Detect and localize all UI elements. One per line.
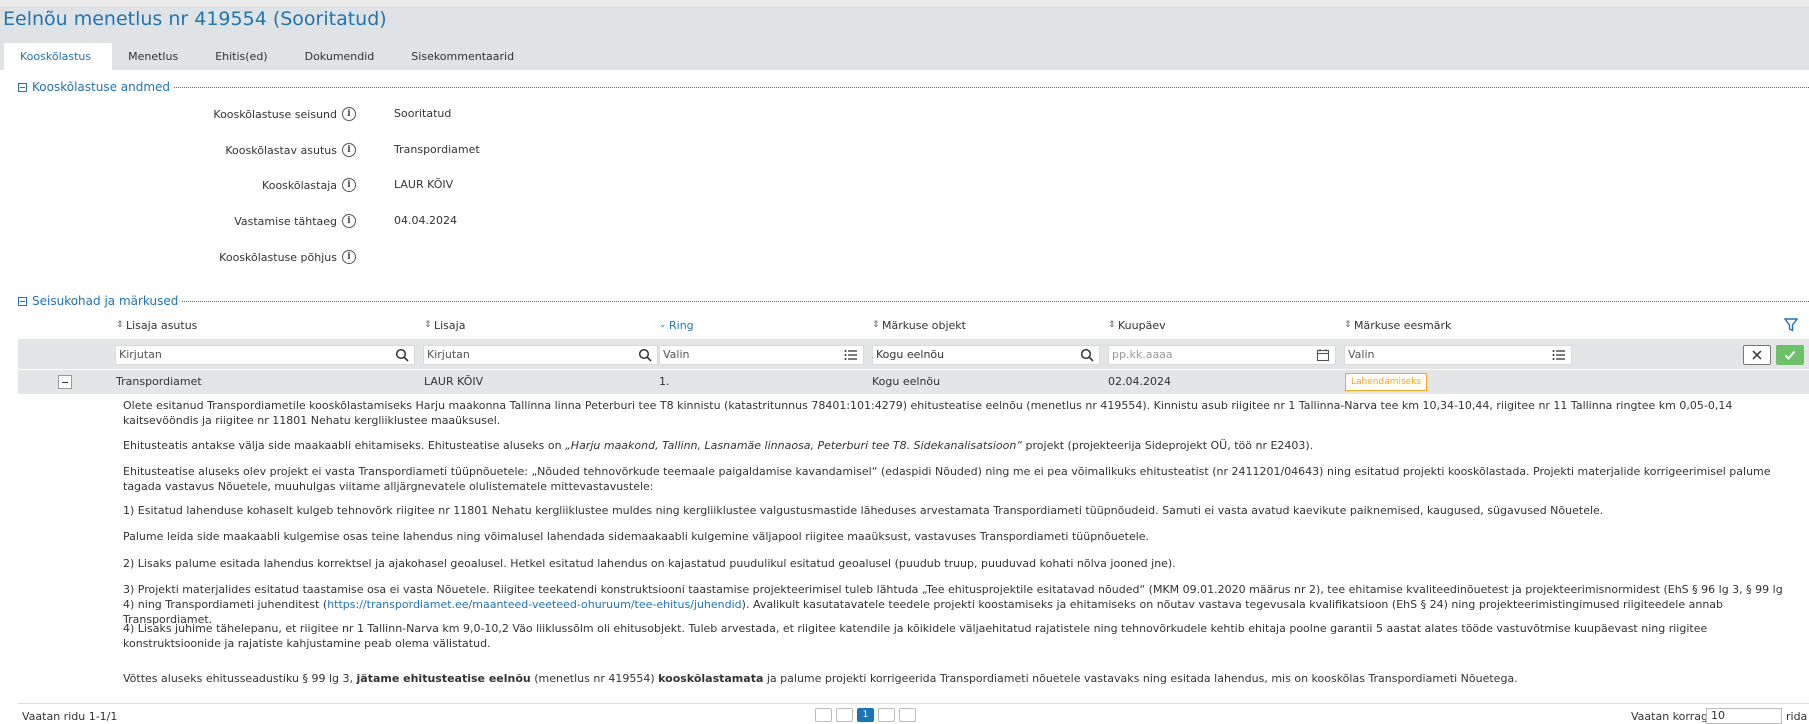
clear-filter-button[interactable] [1743, 345, 1771, 365]
comment-paragraph: Ehitusteatise aluseks olev projekt ei va… [123, 465, 1771, 493]
list-icon [844, 350, 857, 360]
collapse-section-toggle[interactable] [18, 296, 27, 306]
field-value: Transpordiamet [394, 143, 480, 156]
filter-kuupaev-input[interactable]: pp.kk.aaaa [1108, 345, 1336, 365]
prev-page-button[interactable] [836, 708, 853, 722]
first-page-button[interactable] [815, 708, 832, 722]
column-header-ring[interactable]: ⌄ Ring [659, 318, 694, 332]
search-icon [1080, 348, 1094, 362]
sort-icon: ⇕ [116, 319, 124, 330]
filter-objekt-input[interactable]: Kogu eelnõu [872, 345, 1100, 365]
apply-filter-button[interactable] [1776, 345, 1804, 365]
section-title: Seisukohad ja märkused [32, 294, 179, 308]
sort-icon: ⇕ [1108, 319, 1116, 330]
table-footer: Vaatan ridu 1-1/1 1 Vaatan korraga 10 ri… [18, 703, 1809, 724]
cell-ring: 1. [659, 375, 670, 388]
comment-paragraph: Palume leida side maakaabli kulgemise os… [123, 530, 1150, 543]
table-row[interactable]: Transpordiamet LAUR KÕIV 1. Kogu eelnõu … [18, 370, 1809, 394]
comment-paragraph: Võttes aluseks ehitusseadustiku § 99 lg … [123, 672, 1518, 685]
per-page-select[interactable]: 10 [1706, 708, 1782, 724]
top-bar [0, 0, 1809, 8]
field-value: 04.04.2024 [394, 214, 457, 227]
search-icon [638, 348, 652, 362]
column-header-lisaja[interactable]: ⇕ Lisaja [424, 318, 465, 332]
section-kooskolastuse-andmed: Kooskõlastuse andmed [18, 80, 1809, 94]
next-page-button[interactable] [878, 708, 895, 722]
current-page[interactable]: 1 [857, 708, 874, 722]
last-page-button[interactable] [899, 708, 916, 722]
tab-ehitised[interactable]: Ehitis(ed) [199, 43, 288, 71]
section-title: Kooskõlastuse andmed [32, 80, 171, 94]
status-badge: Lahendamiseks [1345, 373, 1428, 391]
filter-eesmark-select[interactable]: Valin [1344, 345, 1572, 365]
sort-icon: ⇕ [872, 319, 880, 330]
filter-bar: Kirjutan Kirjutan Valin Kogu eelnõu pp.k… [18, 339, 1809, 369]
column-header-markuse-objekt[interactable]: ⇕ Märkuse objekt [872, 318, 966, 332]
field-value: Sooritatud [394, 107, 452, 120]
tab-kooskolastus[interactable]: Kooskõlastus [4, 43, 113, 71]
comment-paragraph: 1) Esitatud lahenduse kohaselt kulgeb te… [123, 504, 1604, 517]
tab-bar: Kooskõlastus Menetlus Ehitis(ed) Dokumen… [4, 43, 535, 71]
comment-paragraph: Olete esitanud Transpordiametile kooskõl… [123, 399, 1733, 427]
comment-paragraph: 2) Lisaks palume esitada lahendus korrek… [123, 557, 1176, 570]
sort-icon: ⇕ [1344, 319, 1352, 330]
cell-lisaja: LAUR KÕIV [424, 375, 484, 388]
filter-icon[interactable] [1784, 318, 1798, 332]
info-icon[interactable]: i [342, 214, 356, 228]
field-asutus: Kooskõlastav asutus i Transpordiamet [0, 142, 600, 158]
field-kooskolastaja: Kooskõlastaja i LAUR KÕIV [0, 177, 600, 193]
info-icon[interactable]: i [342, 143, 356, 157]
field-pohjus: Kooskõlastuse põhjus i [0, 249, 600, 265]
field-seisund: Kooskõlastuse seisund i Sooritatud [0, 106, 600, 122]
close-icon [1752, 350, 1762, 360]
cell-objekt: Kogu eelnõu [872, 375, 941, 388]
collapse-section-toggle[interactable] [18, 82, 27, 92]
info-icon[interactable]: i [342, 178, 356, 192]
tab-sisekommentaarid[interactable]: Sisekommentaarid [395, 43, 535, 71]
info-icon[interactable]: i [342, 250, 356, 264]
list-icon [1552, 350, 1565, 360]
check-icon [1784, 350, 1796, 360]
comment-paragraph: 4) Lisaks juhime tähelepanu, et riigitee… [123, 622, 1708, 650]
field-label: Kooskõlastuse seisund [213, 107, 337, 121]
tab-menetlus[interactable]: Menetlus [112, 43, 199, 71]
collapse-row-button[interactable] [58, 375, 72, 389]
field-label: Kooskõlastaja [262, 178, 337, 192]
calendar-icon [1316, 349, 1330, 362]
field-value: LAUR KÕIV [394, 178, 454, 191]
info-icon[interactable]: i [342, 107, 356, 121]
comment-paragraph: Ehitusteatis antakse välja side maakaabl… [123, 439, 1314, 452]
filter-lisaja-asutus-input[interactable]: Kirjutan [115, 345, 415, 365]
section-seisukohad: Seisukohad ja märkused [18, 294, 1809, 308]
field-label: Vastamise tähtaeg [234, 214, 337, 228]
juhendid-link[interactable]: https://transpordiamet.ee/maanteed-veete… [327, 598, 741, 611]
sort-icon: ⇕ [424, 319, 432, 330]
column-header-lisaja-asutus[interactable]: ⇕ Lisaja asutus [116, 318, 197, 332]
field-label: Kooskõlastav asutus [225, 143, 337, 157]
cell-kuupaev: 02.04.2024 [1108, 375, 1171, 388]
search-icon [395, 348, 409, 362]
filter-ring-select[interactable]: Valin [659, 345, 864, 365]
column-header-kuupaev[interactable]: ⇕ Kuupäev [1108, 318, 1166, 332]
field-tahtaeg: Vastamise tähtaeg i 04.04.2024 [0, 213, 600, 229]
field-label: Kooskõlastuse põhjus [219, 250, 337, 264]
page-title: Eelnõu menetlus nr 419554 (Sooritatud) [3, 8, 387, 30]
tab-dokumendid[interactable]: Dokumendid [289, 43, 396, 71]
cell-asutus: Transpordiamet [116, 375, 202, 388]
sort-desc-icon: ⌄ [659, 319, 667, 330]
page-header: Eelnõu menetlus nr 419554 (Sooritatud) K… [0, 8, 1809, 71]
column-header-markuse-eesmark[interactable]: ⇕ Märkuse eesmärk [1344, 318, 1451, 332]
filter-lisaja-input[interactable]: Kirjutan [423, 345, 658, 365]
